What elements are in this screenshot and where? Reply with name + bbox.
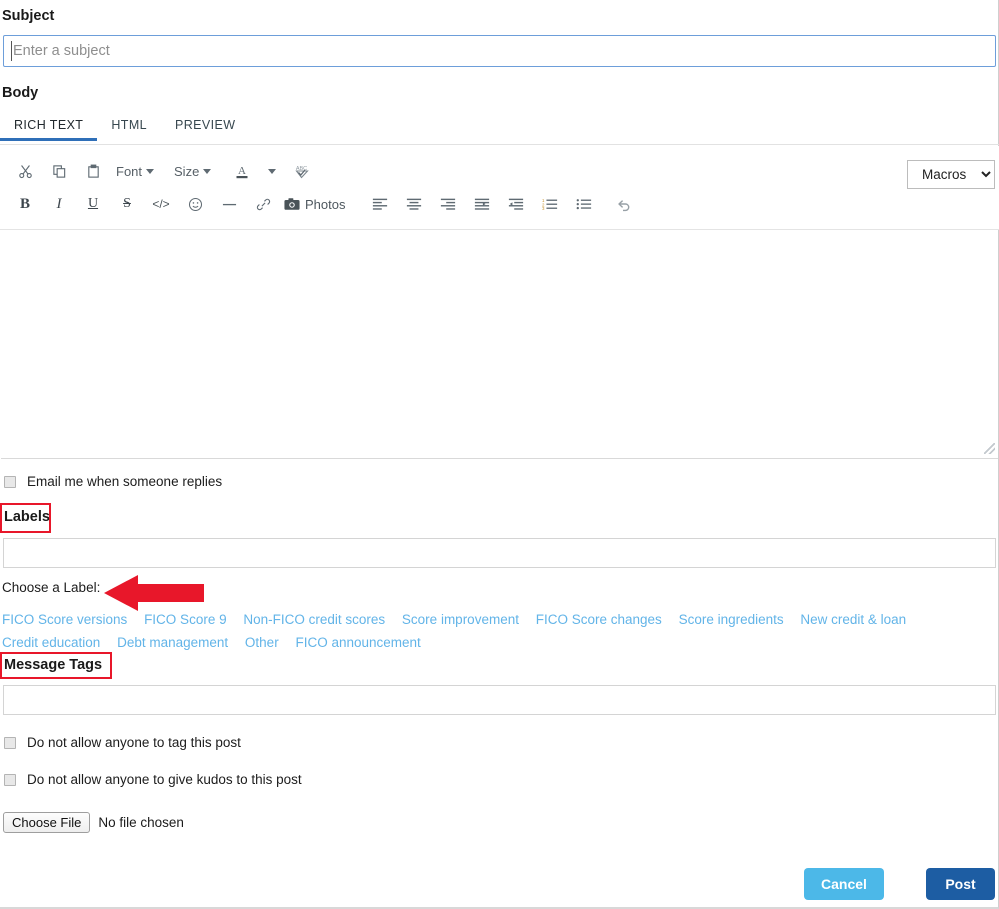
- post-button[interactable]: Post: [926, 868, 995, 900]
- body-label: Body: [2, 85, 39, 101]
- editor-resize-handle[interactable]: [984, 443, 995, 454]
- choose-a-label-text: Choose a Label:: [2, 580, 101, 595]
- code-icon[interactable]: </>: [144, 191, 178, 217]
- align-left-icon[interactable]: [363, 191, 397, 217]
- cancel-button[interactable]: Cancel: [804, 868, 884, 900]
- text-color-icon[interactable]: A: [225, 158, 259, 184]
- label-links-list: FICO Score versions FICO Score 9 Non-FIC…: [2, 608, 997, 654]
- cut-icon[interactable]: [8, 158, 42, 184]
- font-dropdown-label: Font: [116, 163, 143, 179]
- toolbar-row-2: B I U S </> Photos 1 2 3: [0, 191, 999, 217]
- italic-icon[interactable]: I: [42, 191, 76, 217]
- link-icon[interactable]: [246, 191, 280, 217]
- editor-toolbar: Font Size A ABC B I U S </> Photos 1 2 3: [0, 146, 999, 230]
- no-kudos-label: Do not allow anyone to give kudos to thi…: [27, 772, 302, 787]
- label-link[interactable]: FICO announcement: [295, 635, 420, 650]
- bold-icon[interactable]: B: [8, 191, 42, 217]
- unordered-list-icon[interactable]: [567, 191, 601, 217]
- subject-input[interactable]: [3, 35, 996, 67]
- spellcheck-icon[interactable]: ABC: [285, 158, 319, 184]
- file-status-text: No file chosen: [98, 815, 184, 830]
- no-tag-row: Do not allow anyone to tag this post: [4, 735, 241, 750]
- size-dropdown[interactable]: Size: [168, 158, 215, 184]
- horizontal-rule-icon[interactable]: [212, 191, 246, 217]
- no-kudos-row: Do not allow anyone to give kudos to thi…: [4, 772, 302, 787]
- file-attachment-row: Choose File No file chosen: [3, 812, 184, 833]
- align-right-icon[interactable]: [431, 191, 465, 217]
- chevron-down-icon: [268, 168, 277, 174]
- svg-text:3: 3: [542, 206, 545, 211]
- no-tag-label: Do not allow anyone to tag this post: [27, 735, 241, 750]
- red-arrow-annotation: [104, 575, 204, 611]
- label-link[interactable]: FICO Score 9: [144, 612, 227, 627]
- macros-dropdown[interactable]: Macros: [907, 160, 995, 189]
- message-tags-heading: Message Tags: [4, 657, 103, 673]
- photos-label: Photos: [305, 196, 346, 212]
- rich-text-editor-area[interactable]: [1, 231, 998, 459]
- subject-label: Subject: [2, 8, 55, 24]
- chevron-down-icon: [203, 168, 212, 174]
- tab-html[interactable]: HTML: [97, 114, 161, 141]
- text-caret: [11, 41, 12, 61]
- email-reply-checkbox[interactable]: [4, 475, 16, 488]
- choose-file-button[interactable]: Choose File: [3, 812, 91, 833]
- message-tags-input[interactable]: [3, 685, 996, 715]
- color-dropdown-caret[interactable]: [259, 158, 281, 184]
- footer-divider: [0, 855, 999, 856]
- align-justify-icon[interactable]: [465, 191, 499, 217]
- strikethrough-icon[interactable]: S: [110, 191, 144, 217]
- label-link[interactable]: Other: [245, 635, 279, 650]
- outdent-icon[interactable]: [499, 191, 533, 217]
- photos-button[interactable]: Photos: [280, 191, 351, 217]
- tab-preview[interactable]: PREVIEW: [161, 114, 249, 141]
- toolbar-row-1: Font Size A ABC: [0, 158, 999, 184]
- post-message-form: Subject Body RICH TEXT HTML PREVIEW: [0, 0, 999, 909]
- font-dropdown[interactable]: Font: [110, 158, 158, 184]
- label-link[interactable]: Credit education: [2, 635, 100, 650]
- label-link[interactable]: Debt management: [117, 635, 228, 650]
- underline-icon[interactable]: U: [76, 191, 110, 217]
- ordered-list-icon[interactable]: 1 2 3: [533, 191, 567, 217]
- emoji-icon[interactable]: [178, 191, 212, 217]
- align-center-icon[interactable]: [397, 191, 431, 217]
- no-tag-checkbox[interactable]: [4, 736, 16, 749]
- labels-input[interactable]: [3, 538, 996, 568]
- camera-icon: [284, 198, 300, 210]
- chevron-down-icon: [146, 168, 155, 174]
- editor-tabs: RICH TEXT HTML PREVIEW: [0, 114, 999, 145]
- label-link[interactable]: Score improvement: [402, 612, 519, 627]
- size-dropdown-label: Size: [174, 163, 200, 179]
- svg-text:A: A: [238, 165, 246, 177]
- paste-icon[interactable]: [76, 158, 110, 184]
- undo-icon[interactable]: [607, 191, 641, 217]
- label-link[interactable]: Non-FICO credit scores: [243, 612, 385, 627]
- label-link[interactable]: New credit & loan: [800, 612, 906, 627]
- no-kudos-checkbox[interactable]: [4, 773, 16, 786]
- label-link[interactable]: FICO Score versions: [2, 612, 127, 627]
- label-link[interactable]: FICO Score changes: [536, 612, 662, 627]
- email-reply-label: Email me when someone replies: [27, 474, 223, 489]
- copy-icon[interactable]: [42, 158, 76, 184]
- tab-rich-text[interactable]: RICH TEXT: [0, 114, 98, 141]
- label-link[interactable]: Score ingredients: [679, 612, 784, 627]
- labels-heading: Labels: [4, 509, 50, 525]
- email-reply-row: Email me when someone replies: [4, 474, 222, 489]
